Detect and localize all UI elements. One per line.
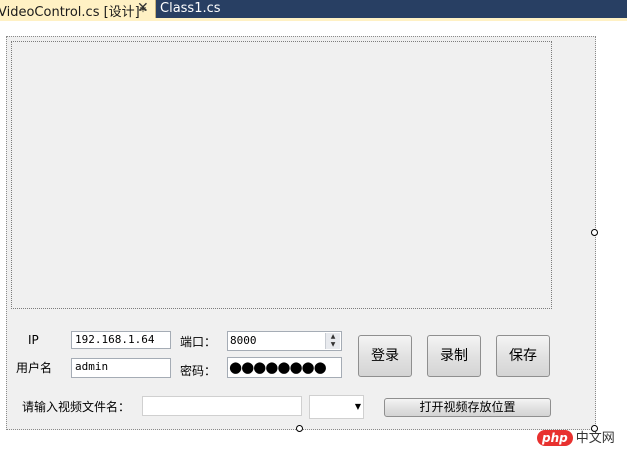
password-label: 密码：	[180, 364, 217, 378]
ip-label: IP	[28, 333, 39, 347]
close-icon[interactable]: ✕	[137, 0, 149, 16]
port-spin-buttons[interactable]: ▲ ▼	[325, 333, 340, 349]
username-input[interactable]: admin	[71, 358, 171, 378]
resize-handle-bottom[interactable]	[296, 425, 303, 432]
document-tab-strip: VideoControl.cs [设计]* ✕ Class1.cs	[0, 0, 627, 18]
filename-input[interactable]	[142, 396, 302, 416]
watermark-badge: php	[537, 430, 573, 446]
port-value: 8000	[230, 334, 257, 347]
dropdown-arrow-icon[interactable]: ▼	[355, 402, 361, 411]
tab-videocontrol-design[interactable]: VideoControl.cs [设计]* ✕	[0, 0, 156, 18]
password-input[interactable]: ●●●●●●●●	[227, 357, 342, 378]
port-stepper[interactable]: 8000 ▲ ▼	[227, 331, 342, 351]
watermark-site: 中文网	[575, 431, 615, 446]
save-button[interactable]: 保存	[496, 335, 550, 377]
resize-handle-right[interactable]	[591, 229, 598, 236]
open-folder-button[interactable]: 打开视频存放位置	[384, 398, 551, 417]
username-label: 用户名	[16, 361, 53, 375]
record-button[interactable]: 录制	[427, 335, 481, 377]
spin-down-icon[interactable]: ▼	[326, 341, 340, 349]
video-display-panel[interactable]	[11, 41, 552, 309]
site-watermark: php 中文网	[537, 427, 627, 449]
login-button[interactable]: 登录	[358, 335, 412, 377]
tab-underline	[0, 18, 627, 21]
tab-title: VideoControl.cs [设计]*	[0, 5, 147, 18]
tab-class1[interactable]: Class1.cs	[160, 1, 221, 16]
ip-input[interactable]: 192.168.1.64	[71, 331, 171, 349]
port-label: 端口：	[180, 335, 217, 349]
filename-label: 请输入视频文件名：	[22, 400, 131, 414]
form-design-surface[interactable]: IP 192.168.1.64 端口： 8000 ▲ ▼ 用户名 admin 密…	[6, 36, 596, 430]
format-select[interactable]: ▼	[309, 395, 364, 419]
